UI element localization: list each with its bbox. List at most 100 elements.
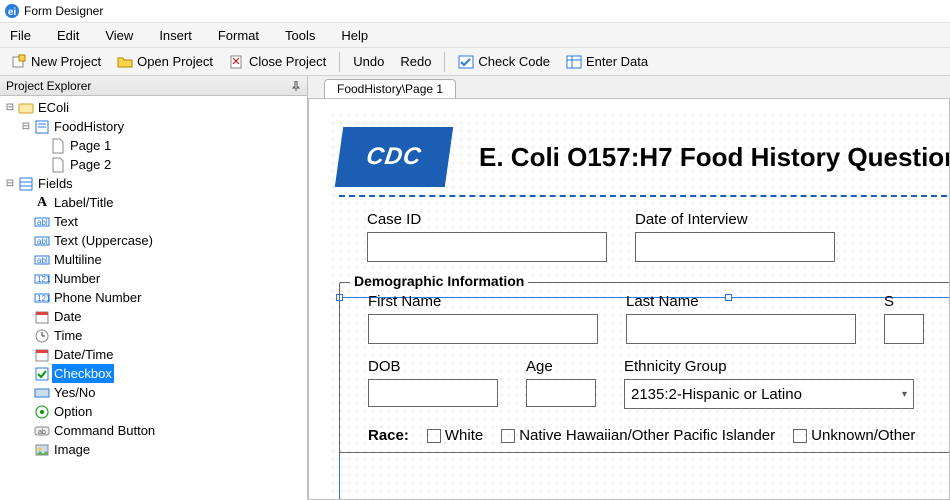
collapse-icon[interactable]: ⊟ xyxy=(4,98,16,117)
image-icon xyxy=(34,442,50,458)
toolbar-separator xyxy=(444,52,445,72)
close-project-icon xyxy=(229,54,245,70)
text-upper-icon: abl xyxy=(34,233,50,249)
svg-text:ab: ab xyxy=(38,429,46,436)
tree-form-node[interactable]: ⊟FoodHistory xyxy=(2,117,305,136)
open-project-button[interactable]: Open Project xyxy=(110,51,220,73)
enter-data-label: Enter Data xyxy=(586,54,648,69)
race-option[interactable]: Unknown/Other xyxy=(793,427,915,444)
undo-button[interactable]: Undo xyxy=(346,51,391,72)
undo-label: Undo xyxy=(353,54,384,69)
close-project-button[interactable]: Close Project xyxy=(222,51,333,73)
collapse-icon[interactable]: ⊟ xyxy=(4,174,16,193)
page-label: Page 1 xyxy=(68,136,113,155)
menu-format[interactable]: Format xyxy=(218,28,259,43)
field-type-multiline[interactable]: ablMultiline xyxy=(2,250,305,269)
menu-insert[interactable]: Insert xyxy=(159,28,192,43)
last-name-label: Last Name xyxy=(626,293,856,310)
page-icon xyxy=(50,157,66,173)
form-icon xyxy=(34,119,50,135)
checkbox-icon xyxy=(501,429,515,443)
label-icon: A xyxy=(34,195,50,211)
tree-page-node[interactable]: Page 1 xyxy=(2,136,305,155)
canvas-area: FoodHistory\Page 1 CDC E. Coli O157:H7 F… xyxy=(308,76,950,500)
field-type-time[interactable]: Time xyxy=(2,326,305,345)
ethnicity-dropdown[interactable]: 2135:2-Hispanic or Latino ▾ xyxy=(624,379,914,409)
ethnicity-value: 2135:2-Hispanic or Latino xyxy=(631,386,802,403)
project-tree: ⊟EColi ⊟FoodHistory Page 1 Page 2 ⊟Field… xyxy=(0,96,307,459)
svg-text:abl: abl xyxy=(37,218,48,227)
ethnicity-label: Ethnicity Group xyxy=(624,358,914,375)
race-label: Race: xyxy=(368,427,409,444)
check-code-button[interactable]: Check Code xyxy=(451,51,557,73)
new-project-label: New Project xyxy=(31,54,101,69)
tree-page-node[interactable]: Page 2 xyxy=(2,155,305,174)
toolbar: New Project Open Project Close Project U… xyxy=(0,48,950,76)
field-type-date[interactable]: Date xyxy=(2,307,305,326)
field-type-checkbox[interactable]: Checkbox xyxy=(2,364,305,383)
checkbox-icon xyxy=(793,429,807,443)
field-type-yesno[interactable]: Yes/No xyxy=(2,383,305,402)
phone-icon: 121 xyxy=(34,290,50,306)
project-explorer-title: Project Explorer xyxy=(6,79,91,93)
pin-icon[interactable] xyxy=(291,81,301,91)
open-project-icon xyxy=(117,54,133,70)
case-id-label: Case ID xyxy=(367,211,607,228)
field-type-datetime[interactable]: Date/Time xyxy=(2,345,305,364)
project-explorer-panel: Project Explorer ⊟EColi ⊟FoodHistory Pag… xyxy=(0,76,308,500)
last-name-input[interactable] xyxy=(626,314,856,344)
field-type-checkbox-label: Checkbox xyxy=(52,364,114,383)
datetime-icon xyxy=(34,347,50,363)
svg-text:ei: ei xyxy=(8,7,17,18)
time-icon xyxy=(34,328,50,344)
first-name-input[interactable] xyxy=(368,314,598,344)
race-option[interactable]: White xyxy=(427,427,483,444)
menu-tools[interactable]: Tools xyxy=(285,28,315,43)
open-project-label: Open Project xyxy=(137,54,213,69)
date-interview-input[interactable] xyxy=(635,232,835,262)
age-label: Age xyxy=(526,358,596,375)
new-project-button[interactable]: New Project xyxy=(4,51,108,73)
yesno-icon xyxy=(34,385,50,401)
field-type-text-upper[interactable]: ablText (Uppercase) xyxy=(2,231,305,250)
field-type-phone[interactable]: 121Phone Number xyxy=(2,288,305,307)
check-code-icon xyxy=(458,54,474,70)
field-type-command-button[interactable]: abCommand Button xyxy=(2,421,305,440)
close-project-label: Close Project xyxy=(249,54,326,69)
field-type-text[interactable]: ablText xyxy=(2,212,305,231)
cdc-logo: CDC xyxy=(335,127,453,187)
svg-text:121: 121 xyxy=(37,275,50,284)
page-tab[interactable]: FoodHistory\Page 1 xyxy=(324,79,456,98)
tree-fields-node[interactable]: ⊟ Fields xyxy=(2,174,305,193)
enter-data-button[interactable]: Enter Data xyxy=(559,51,655,73)
fields-heading: Fields xyxy=(36,174,75,193)
collapse-icon[interactable]: ⊟ xyxy=(20,117,32,136)
enter-data-icon xyxy=(566,54,582,70)
field-type-image[interactable]: Image xyxy=(2,440,305,459)
s-input[interactable] xyxy=(884,314,924,344)
page-tab-label: FoodHistory\Page 1 xyxy=(337,82,443,96)
divider xyxy=(339,195,950,197)
demographic-group[interactable]: Demographic Information First Name Last … xyxy=(339,282,950,453)
window-title: Form Designer xyxy=(24,4,103,18)
field-type-option[interactable]: Option xyxy=(2,402,305,421)
tree-project-node[interactable]: ⊟ EColi xyxy=(2,98,305,117)
project-name: EColi xyxy=(36,98,71,117)
age-input[interactable] xyxy=(526,379,596,407)
dob-input[interactable] xyxy=(368,379,498,407)
title-bar: ei Form Designer xyxy=(0,0,950,22)
menu-bar: File Edit View Insert Format Tools Help xyxy=(0,22,950,48)
button-icon: ab xyxy=(34,423,50,439)
design-canvas[interactable]: CDC E. Coli O157:H7 Food History Questio… xyxy=(308,98,950,500)
menu-file[interactable]: File xyxy=(10,28,31,43)
redo-button[interactable]: Redo xyxy=(393,51,438,72)
menu-edit[interactable]: Edit xyxy=(57,28,79,43)
field-type-label-title[interactable]: ALabel/Title xyxy=(2,193,305,212)
case-id-input[interactable] xyxy=(367,232,607,262)
menu-view[interactable]: View xyxy=(105,28,133,43)
text-icon: abl xyxy=(34,214,50,230)
field-type-number[interactable]: 121Number xyxy=(2,269,305,288)
race-option[interactable]: Native Hawaiian/Other Pacific Islander xyxy=(501,427,775,444)
menu-help[interactable]: Help xyxy=(341,28,368,43)
page-icon xyxy=(50,138,66,154)
